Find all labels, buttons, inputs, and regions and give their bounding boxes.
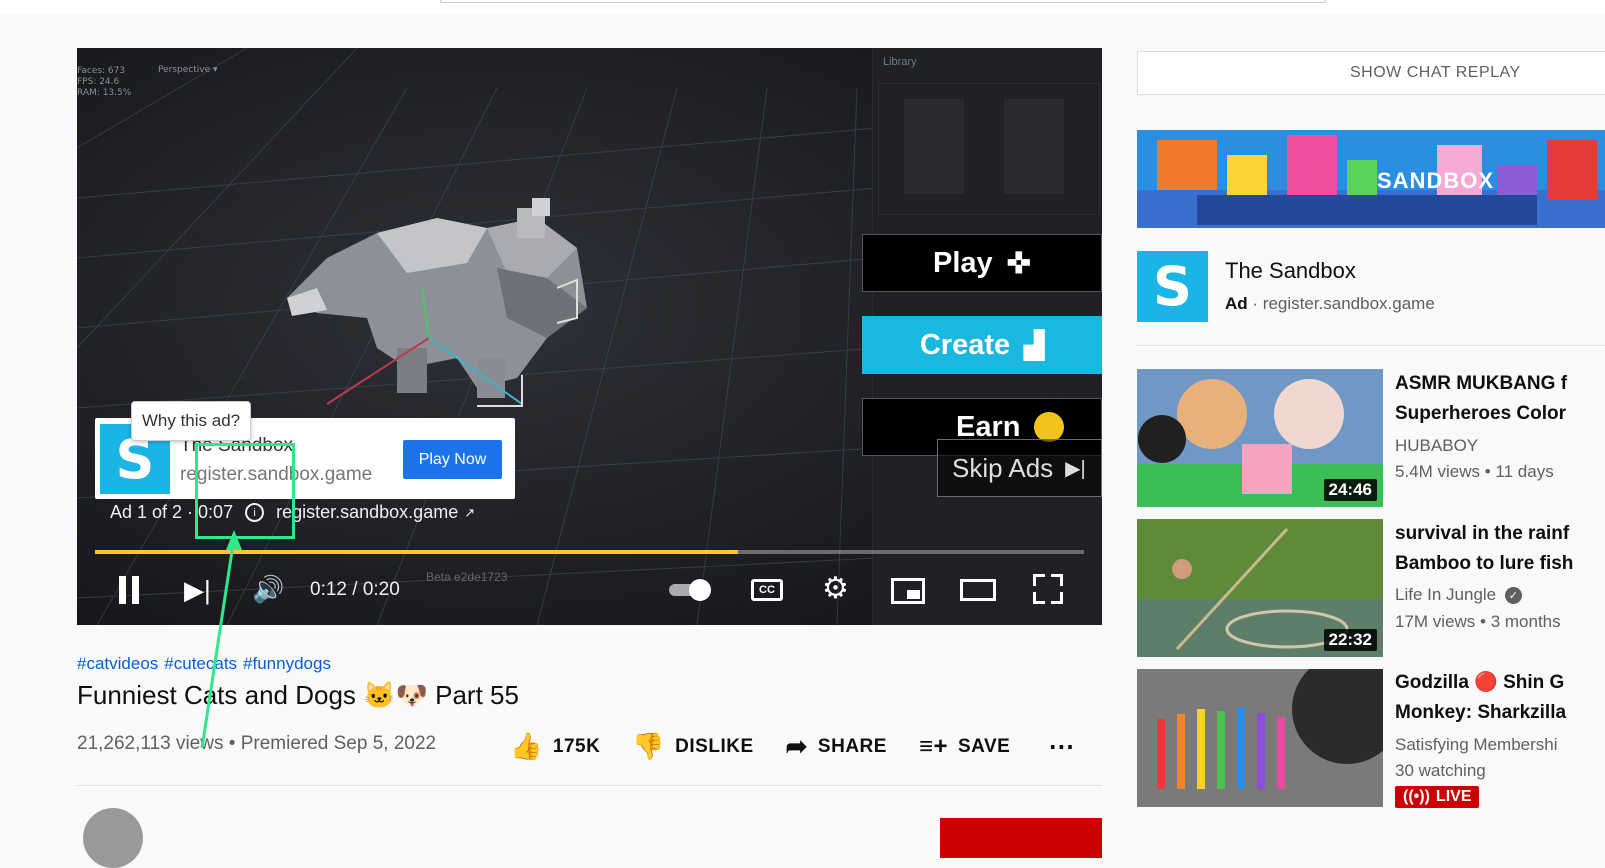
settings-gear-icon[interactable]: ⚙ bbox=[822, 573, 849, 605]
divider bbox=[1137, 345, 1605, 346]
why-this-ad-tooltip: Why this ad? bbox=[131, 401, 251, 441]
pause-icon[interactable] bbox=[117, 576, 141, 604]
banner-logo-text: SANDBOX bbox=[1377, 168, 1495, 193]
related-title[interactable]: Godzilla 🔴 Shin G Monkey: Sharkzilla bbox=[1395, 668, 1566, 728]
action-bar: 👍 175K 👎 DISLIKE ➦ SHARE ≡+ SAVE ⋯ bbox=[510, 731, 1107, 762]
like-button[interactable]: 👍 175K bbox=[510, 731, 600, 762]
create-menu-button: Create ▟ bbox=[862, 316, 1102, 374]
save-button[interactable]: ≡+ SAVE bbox=[919, 733, 1010, 761]
more-actions-icon[interactable]: ⋯ bbox=[1048, 731, 1075, 762]
related-meta: 5.4M views • 11 days bbox=[1395, 462, 1554, 481]
captions-icon[interactable]: CC bbox=[751, 579, 783, 601]
like-count: 175K bbox=[552, 735, 601, 757]
hud-faces: Faces: 673 bbox=[77, 66, 126, 76]
play-menu-button: Play ✜ bbox=[862, 234, 1102, 292]
related-title-line: ASMR MUKBANG f bbox=[1395, 373, 1568, 394]
chevron-down-icon: ▾ bbox=[213, 65, 218, 75]
hashtag-link[interactable]: #catvideos bbox=[77, 654, 158, 673]
related-channel-name: Life In Jungle bbox=[1395, 585, 1497, 604]
related-meta: 17M views • 3 months bbox=[1395, 612, 1561, 631]
gamepad-icon: ✜ bbox=[1006, 247, 1031, 280]
view-dropdown: Perspective ▾ bbox=[158, 65, 218, 76]
sponsor-ad-line: Ad · register.sandbox.game bbox=[1225, 294, 1435, 313]
beta-label: Beta e2de1723 bbox=[426, 570, 508, 584]
skip-ads-button[interactable]: Skip Ads ▶| bbox=[937, 439, 1102, 497]
sandbox-banner[interactable]: SANDBOX bbox=[1137, 130, 1605, 228]
coin-icon bbox=[1034, 412, 1065, 442]
hud-fps: FPS: 24.6 bbox=[77, 77, 120, 87]
related-channel[interactable]: Satisfying Membershi bbox=[1395, 735, 1558, 755]
channel-avatar[interactable] bbox=[83, 808, 143, 868]
ad-info-url[interactable]: register.sandbox.game bbox=[276, 502, 458, 523]
play-now-button[interactable]: Play Now bbox=[403, 440, 502, 479]
related-channel[interactable]: Life In Jungle ✓ bbox=[1395, 585, 1522, 605]
duration-badge: 24:46 bbox=[1323, 479, 1377, 501]
skip-icon: ▶| bbox=[1065, 457, 1086, 480]
related-title[interactable]: survival in the rainf Bamboo to lure fis… bbox=[1395, 519, 1573, 579]
banner-artwork bbox=[1137, 130, 1605, 228]
share-label: SHARE bbox=[817, 735, 887, 757]
miniplayer-icon[interactable] bbox=[891, 578, 925, 604]
add-to-playlist-icon: ≡+ bbox=[918, 732, 948, 760]
related-channel[interactable]: HUBABOY bbox=[1395, 436, 1478, 456]
video-thumbnail[interactable]: 24:46 bbox=[1137, 369, 1383, 507]
live-label: LIVE bbox=[1435, 788, 1472, 805]
sponsor-logo[interactable]: S bbox=[1137, 251, 1208, 322]
create-menu-label: Create bbox=[919, 328, 1011, 361]
hud-ram: RAM: 13.5% bbox=[77, 88, 132, 98]
view-label: Perspective bbox=[158, 65, 211, 75]
video-title: Funniest Cats and Dogs 🐱🐶 Part 55 bbox=[77, 680, 519, 710]
library-item bbox=[904, 99, 964, 194]
external-link-icon: ↗ bbox=[464, 504, 476, 520]
live-badge: ((•)) LIVE bbox=[1395, 786, 1480, 808]
verified-check-icon: ✓ bbox=[1504, 587, 1522, 605]
video-thumbnail[interactable]: 22:32 bbox=[1137, 519, 1383, 657]
premiere-date: Premiered Sep 5, 2022 bbox=[240, 733, 437, 754]
search-input[interactable] bbox=[440, 0, 1326, 3]
share-button[interactable]: ➦ SHARE bbox=[786, 731, 887, 762]
thumbs-up-icon: 👍 bbox=[510, 731, 543, 761]
time-display: 0:12 / 0:20 bbox=[310, 579, 400, 600]
video-thumbnail[interactable] bbox=[1137, 669, 1383, 807]
library-item bbox=[1004, 99, 1064, 194]
show-chat-replay-button[interactable]: SHOW CHAT REPLAY bbox=[1137, 51, 1605, 95]
related-title-line: Bamboo to lure fish bbox=[1395, 553, 1574, 574]
hud-stats: Faces: 673 FPS: 24.6 RAM: 13.5% bbox=[77, 66, 131, 99]
library-title: Library bbox=[883, 56, 917, 68]
related-title-line: Godzilla 🔴 Shin G bbox=[1395, 672, 1565, 693]
dislike-button[interactable]: 👎 DISLIKE bbox=[632, 731, 753, 762]
thumbs-down-icon: 👎 bbox=[632, 731, 666, 761]
live-broadcast-icon: ((•)) bbox=[1403, 788, 1430, 805]
related-title-line: Superheroes Color bbox=[1395, 403, 1567, 424]
dislike-label: DISLIKE bbox=[675, 735, 754, 757]
related-title[interactable]: ASMR MUKBANG f Superheroes Color bbox=[1395, 369, 1567, 429]
divider bbox=[77, 785, 1102, 786]
save-label: SAVE bbox=[957, 735, 1011, 757]
ad-badge: Ad bbox=[1225, 294, 1248, 313]
duration-badge: 22:32 bbox=[1323, 629, 1377, 651]
subscribe-button[interactable] bbox=[940, 818, 1102, 858]
blocks-icon: ▟ bbox=[1024, 329, 1045, 360]
related-title-line: Monkey: Sharkzilla bbox=[1395, 702, 1567, 723]
sponsor-url[interactable]: register.sandbox.game bbox=[1263, 294, 1435, 313]
autoplay-toggle[interactable] bbox=[669, 579, 719, 601]
sponsor-name[interactable]: The Sandbox bbox=[1225, 258, 1356, 284]
library-grid bbox=[878, 83, 1100, 215]
related-meta: 30 watching bbox=[1395, 761, 1486, 780]
play-menu-label: Play bbox=[933, 246, 993, 279]
related-title-line: survival in the rainf bbox=[1395, 523, 1570, 544]
annotation-arrow bbox=[200, 530, 242, 749]
fullscreen-icon[interactable] bbox=[1033, 574, 1063, 604]
share-arrow-icon: ➦ bbox=[785, 731, 808, 761]
thumbnail-image bbox=[1137, 669, 1383, 807]
skip-ads-label: Skip Ads bbox=[952, 452, 1054, 483]
theater-mode-icon[interactable] bbox=[960, 579, 996, 601]
